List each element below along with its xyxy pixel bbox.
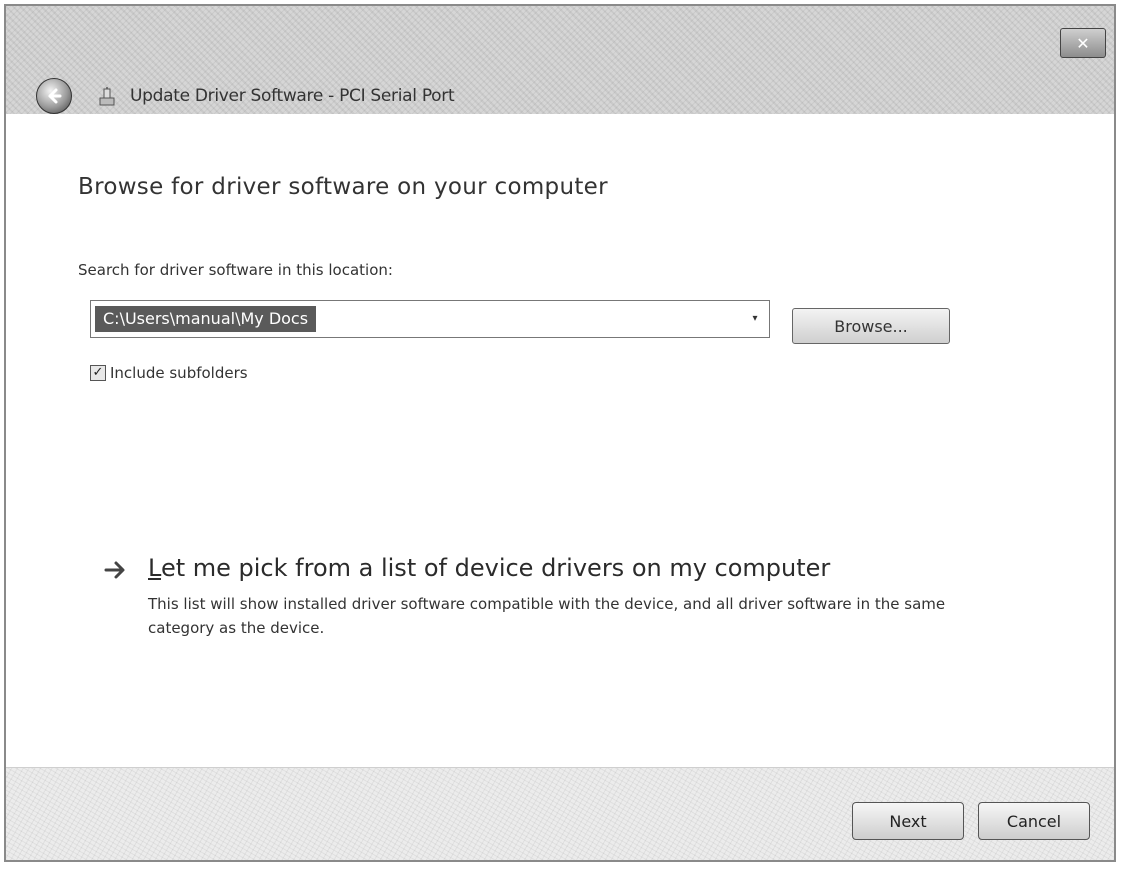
dialog-content: Browse for driver software on your compu… (6, 114, 1114, 768)
location-combobox[interactable]: C:\Users\manual\My Docs ▾ (90, 300, 770, 338)
close-button[interactable]: ✕ (1060, 28, 1106, 58)
next-button[interactable]: Next (852, 802, 964, 840)
pick-from-list-title[interactable]: Let me pick from a list of device driver… (148, 554, 830, 582)
back-arrow-icon (48, 88, 62, 104)
page-heading: Browse for driver software on your compu… (78, 174, 608, 200)
include-subfolders-label: Include subfolders (110, 364, 248, 382)
cancel-button[interactable]: Cancel (978, 802, 1090, 840)
checkbox-box[interactable]: ✓ (90, 365, 106, 381)
chevron-down-icon[interactable]: ▾ (747, 311, 763, 327)
back-button[interactable] (36, 78, 72, 114)
device-driver-icon (99, 87, 115, 106)
include-subfolders-checkbox[interactable]: ✓ Include subfolders (90, 364, 248, 382)
browse-button[interactable]: Browse... (792, 308, 950, 344)
title-bar: Update Driver Software - PCI Serial Port… (6, 6, 1114, 115)
pick-title-accelerator: L (148, 554, 161, 582)
pick-title-rest: et me pick from a list of device drivers… (160, 554, 831, 582)
location-input-value[interactable]: C:\Users\manual\My Docs (95, 306, 317, 332)
location-label: Search for driver software in this locat… (78, 261, 393, 279)
pick-from-list-description: This list will show installed driver sof… (148, 595, 946, 637)
close-icon: ✕ (1076, 33, 1090, 53)
window-title: Update Driver Software - PCI Serial Port (130, 86, 455, 106)
update-driver-dialog: Update Driver Software - PCI Serial Port… (4, 4, 1116, 862)
green-arrow-icon (104, 561, 125, 579)
dialog-footer: Next Cancel (6, 767, 1114, 860)
